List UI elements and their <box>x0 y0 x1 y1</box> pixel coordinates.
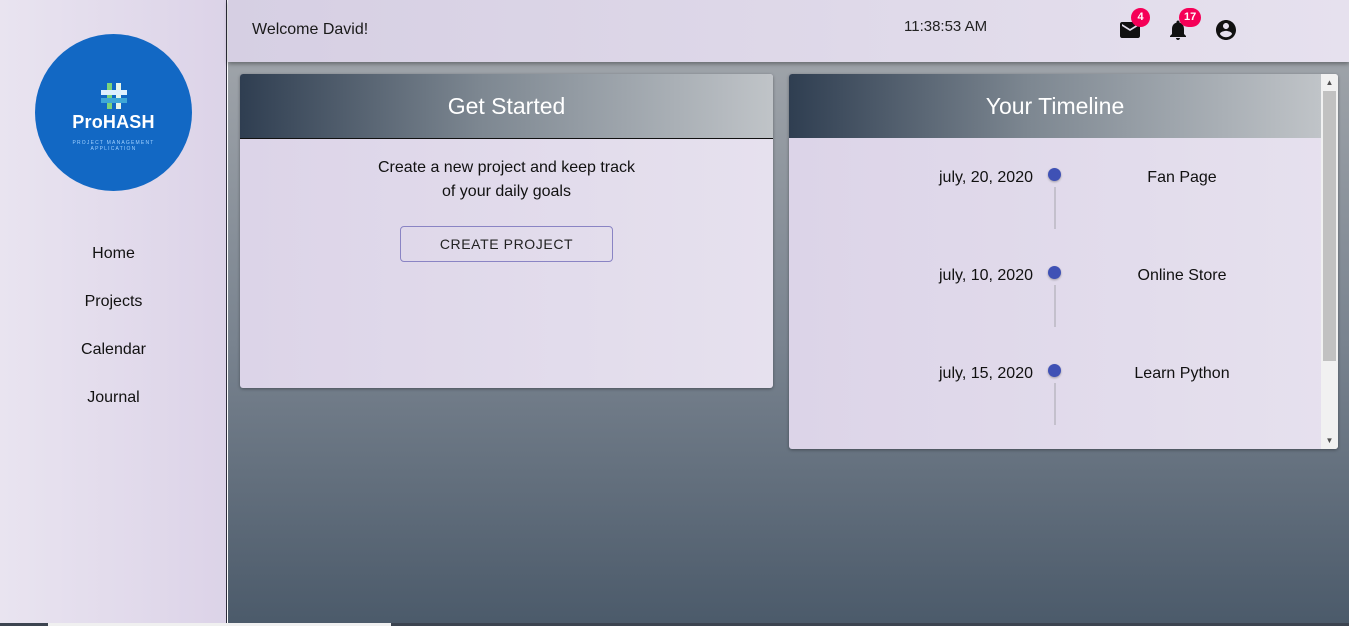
sidebar-item-journal[interactable]: Journal <box>0 380 227 428</box>
account-button[interactable] <box>1214 18 1238 42</box>
timeline-dot <box>1048 364 1061 377</box>
timeline-item: july, 20, 2020 Fan Page <box>789 138 1321 236</box>
sidebar-item-projects[interactable]: Projects <box>0 284 227 332</box>
get-started-line-1: Create a new project and keep track <box>377 159 636 176</box>
timeline-dot <box>1048 266 1061 279</box>
welcome-message: Welcome David! <box>252 21 369 38</box>
top-bar: Welcome David! 11:38:53 AM 4 17 <box>228 0 1349 62</box>
get-started-line-2: of your daily goals <box>442 183 571 200</box>
notifications-button[interactable]: 17 <box>1166 8 1202 42</box>
scroll-up-arrow-icon[interactable]: ▲ <box>1321 74 1338 91</box>
notification-count-badge: 17 <box>1179 8 1202 27</box>
timeline-item: july, 15, 2020 Learn Python <box>789 334 1321 432</box>
timeline-card: Your Timeline july, 20, 2020 Fan Page ju… <box>789 74 1338 449</box>
timeline-project[interactable]: Fan Page <box>1102 169 1262 187</box>
prohash-logo[interactable]: ProHASH Project Management Application <box>35 34 192 191</box>
timeline-list: july, 20, 2020 Fan Page july, 10, 2020 O… <box>789 138 1321 449</box>
mail-count-badge: 4 <box>1131 8 1150 27</box>
timeline-connector <box>1054 383 1056 425</box>
get-started-title: Get Started <box>240 74 773 139</box>
get-started-description: Create a new project and keep track of y… <box>240 156 773 204</box>
timeline-scrollbar[interactable]: ▲ ▼ <box>1321 74 1338 449</box>
timeline-connector <box>1054 187 1056 229</box>
get-started-card: Get Started Create a new project and kee… <box>240 74 773 388</box>
timeline-date: july, 15, 2020 <box>939 365 1033 382</box>
timeline-connector <box>1054 285 1056 327</box>
logo-subtitle: Project Management Application <box>72 140 155 152</box>
account-circle-icon <box>1216 20 1236 40</box>
mail-button[interactable]: 4 <box>1118 8 1150 42</box>
scroll-down-arrow-icon[interactable]: ▼ <box>1321 432 1338 449</box>
sidebar-item-home[interactable]: Home <box>0 236 227 284</box>
timeline-date: july, 20, 2020 <box>939 169 1033 186</box>
sidebar-nav: Home Projects Calendar Journal <box>0 236 227 428</box>
sidebar-item-calendar[interactable]: Calendar <box>0 332 227 380</box>
hash-logo-icon <box>101 83 127 109</box>
timeline-date: july, 10, 2020 <box>939 267 1033 284</box>
timeline-project[interactable]: Learn Python <box>1102 365 1262 383</box>
scroll-thumb[interactable] <box>1323 91 1336 361</box>
timeline-dot <box>1048 168 1061 181</box>
logo-name: ProHASH <box>72 112 155 132</box>
clock: 11:38:53 AM <box>904 18 988 35</box>
timeline-project[interactable]: Online Store <box>1102 267 1262 285</box>
sidebar: ProHASH Project Management Application H… <box>0 0 227 626</box>
create-project-button[interactable]: CREATE PROJECT <box>400 226 613 262</box>
timeline-title: Your Timeline <box>789 74 1321 138</box>
timeline-item: july, 10, 2020 Online Store <box>789 236 1321 334</box>
